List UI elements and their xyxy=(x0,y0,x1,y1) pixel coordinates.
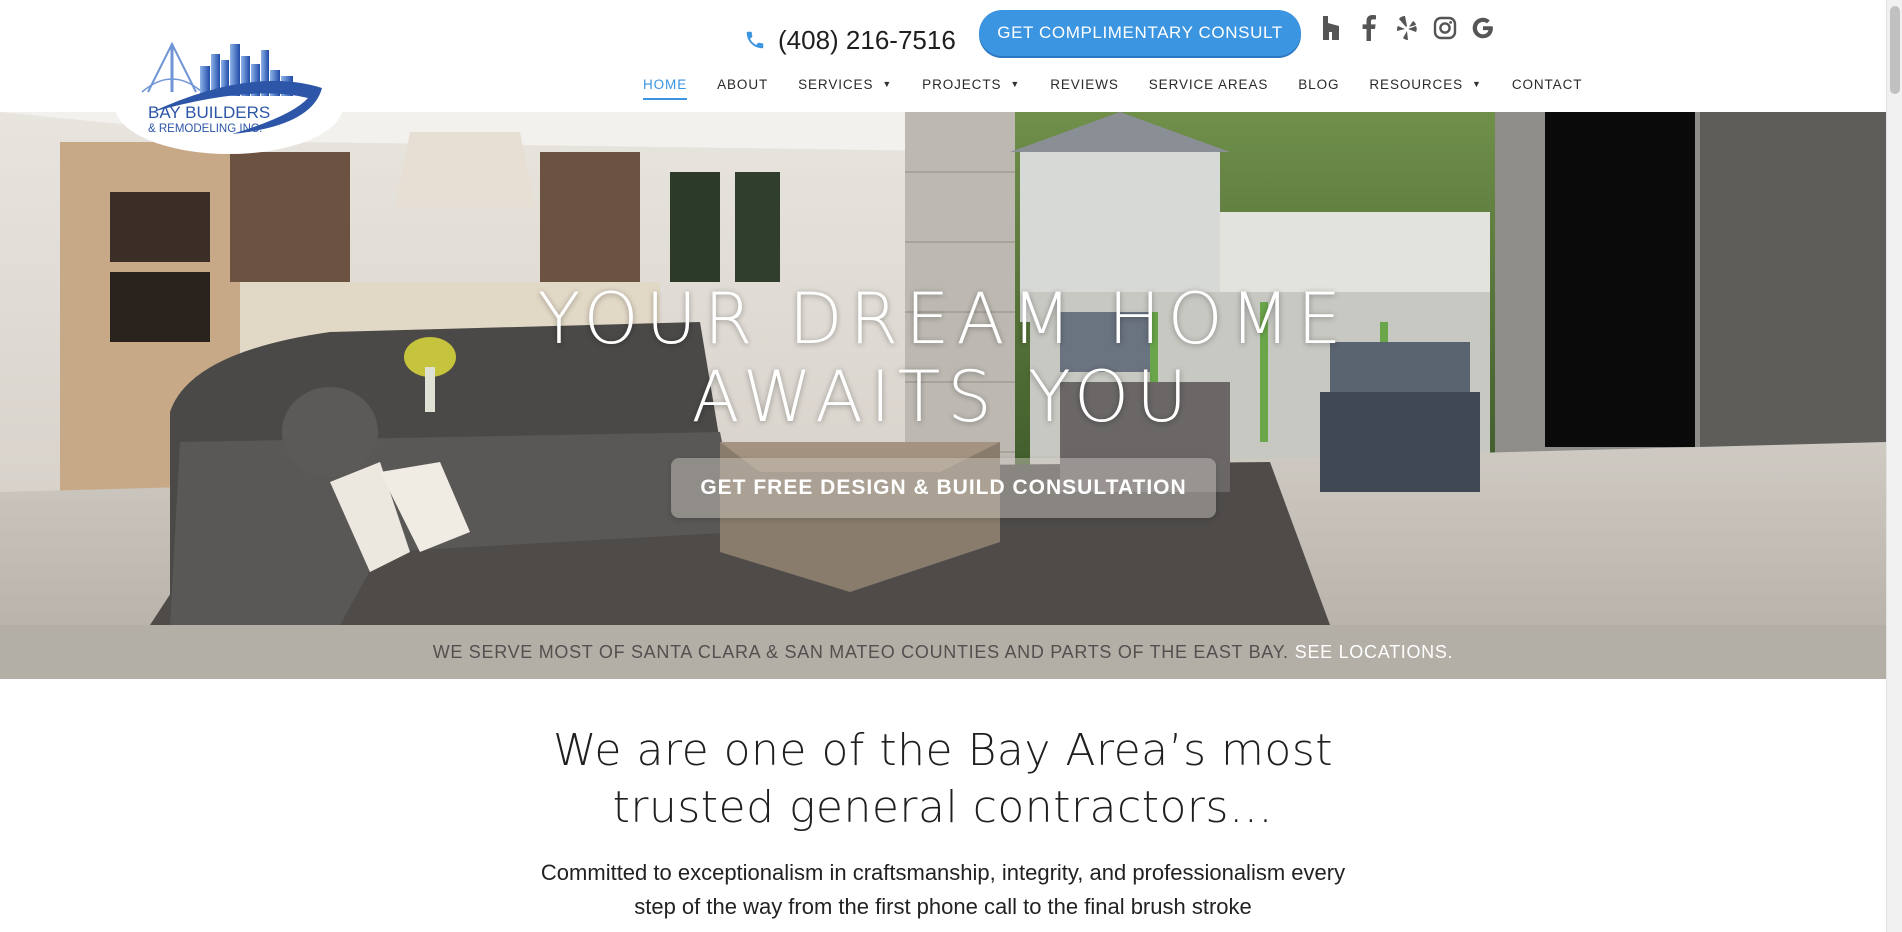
phone-link[interactable]: (408) 216-7516 xyxy=(744,20,956,60)
hero-title: YOUR DREAM HOME AWAITS YOU xyxy=(0,280,1886,436)
nav-contact-label: CONTACT xyxy=(1511,76,1583,92)
instagram-icon[interactable] xyxy=(1432,14,1458,42)
see-locations-link[interactable]: SEE LOCATIONS. xyxy=(1295,642,1454,663)
nav-service-areas[interactable]: SERVICE AREAS xyxy=(1149,70,1269,98)
intro-paragraph-line2: step of the way from the first phone cal… xyxy=(634,894,1252,919)
site-logo[interactable]: BAY BUILDERS & REMODELING INC. xyxy=(112,26,346,154)
complimentary-consult-button[interactable]: GET COMPLIMENTARY CONSULT xyxy=(979,10,1301,56)
hero-title-line1: YOUR DREAM HOME xyxy=(537,278,1349,360)
yelp-icon[interactable] xyxy=(1394,14,1420,42)
service-area-band: WE SERVE MOST OF SANTA CLARA & SAN MATEO… xyxy=(0,625,1886,679)
page-scrollbar[interactable] xyxy=(1886,0,1902,932)
intro-paragraph-line1: Committed to exceptionalism in craftsman… xyxy=(540,860,1346,885)
intro-heading: We are one of the Bay Area’s most truste… xyxy=(0,722,1886,836)
nav-about-label: ABOUT xyxy=(717,76,769,92)
google-icon[interactable] xyxy=(1470,14,1496,42)
nav-reviews[interactable]: REVIEWS xyxy=(1050,70,1119,98)
nav-service-areas-label: SERVICE AREAS xyxy=(1148,76,1269,92)
nav-services[interactable]: SERVICES ▼ xyxy=(798,70,892,98)
logo-line2: & REMODELING INC. xyxy=(148,123,262,135)
nav-about[interactable]: ABOUT xyxy=(717,70,768,98)
nav-home-label: HOME xyxy=(643,76,688,92)
phone-number: (408) 216-7516 xyxy=(778,24,956,55)
hero-section: YOUR DREAM HOME AWAITS YOU GET FREE DESI… xyxy=(0,112,1886,625)
intro-heading-line2: trusted general contractors… xyxy=(612,782,1274,833)
nav-contact[interactable]: CONTACT xyxy=(1512,70,1583,98)
nav-resources[interactable]: RESOURCES ▼ xyxy=(1369,70,1481,98)
nav-home[interactable]: HOME xyxy=(643,70,688,100)
caret-down-icon: ▼ xyxy=(1472,79,1482,89)
intro-paragraph: Committed to exceptionalism in craftsman… xyxy=(0,856,1886,924)
phone-icon xyxy=(744,28,768,52)
hero-title-line2: AWAITS YOU xyxy=(691,356,1195,438)
main-nav: HOME ABOUT SERVICES ▼ PROJECTS ▼ REVIEWS S… xyxy=(643,70,1583,100)
caret-down-icon: ▼ xyxy=(1010,79,1021,89)
social-links xyxy=(1318,14,1496,42)
caret-down-icon: ▼ xyxy=(882,79,893,89)
nav-blog[interactable]: BLOG xyxy=(1298,70,1339,98)
nav-resources-label: RESOURCES xyxy=(1369,76,1464,92)
facebook-icon[interactable] xyxy=(1356,14,1382,42)
nav-projects-label: PROJECTS xyxy=(922,76,1002,92)
intro-heading-line1: We are one of the Bay Area’s most xyxy=(553,725,1333,776)
nav-blog-label: BLOG xyxy=(1298,76,1340,92)
service-area-text: WE SERVE MOST OF SANTA CLARA & SAN MATEO… xyxy=(432,641,1289,662)
scrollbar-thumb[interactable] xyxy=(1890,6,1900,94)
houzz-icon[interactable] xyxy=(1318,14,1344,42)
logo-line1: BAY BUILDERS xyxy=(148,103,270,122)
nav-reviews-label: REVIEWS xyxy=(1050,76,1119,92)
free-consultation-button[interactable]: GET FREE DESIGN & BUILD CONSULTATION xyxy=(671,458,1216,518)
nav-services-label: SERVICES xyxy=(798,76,874,92)
nav-projects[interactable]: PROJECTS ▼ xyxy=(922,70,1020,98)
